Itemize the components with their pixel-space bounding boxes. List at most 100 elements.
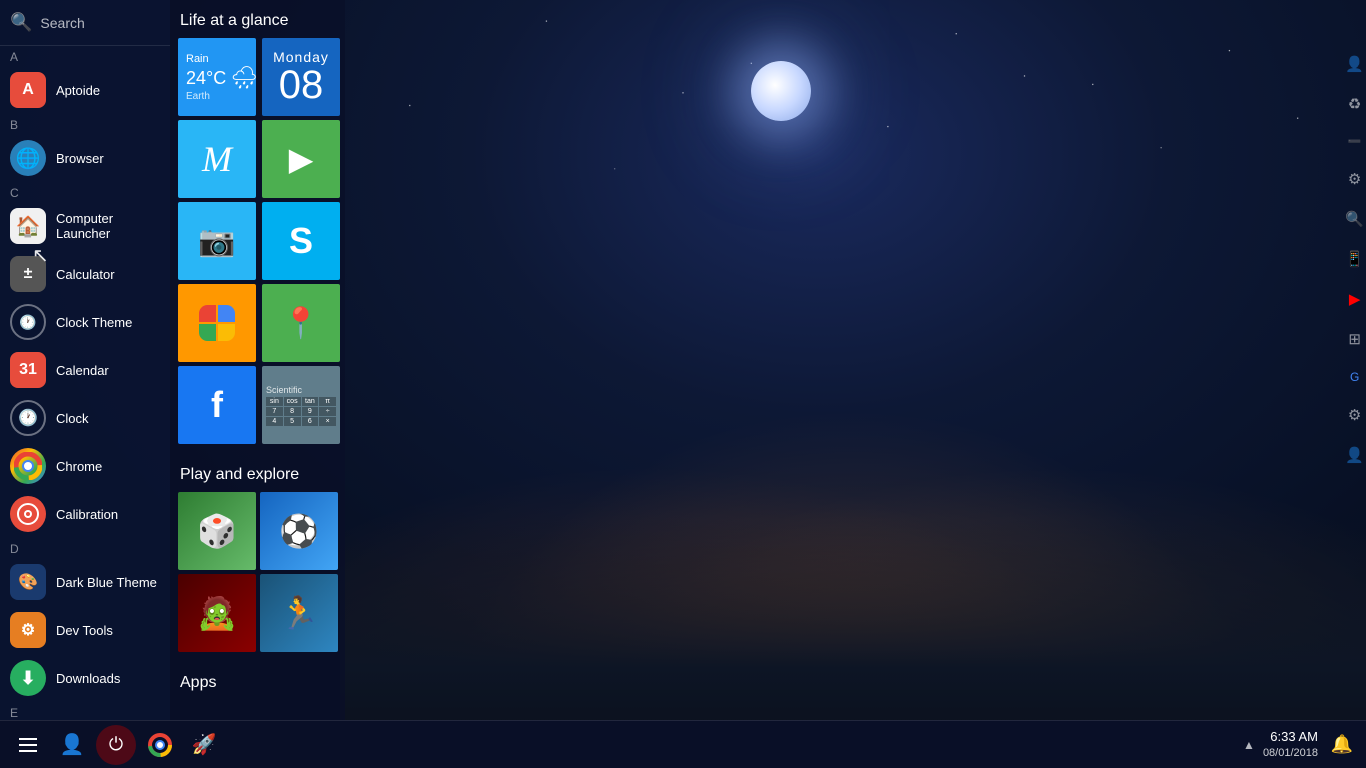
google-icon[interactable]: G [1350, 370, 1359, 384]
day-number-label: 08 [279, 65, 324, 105]
search-label: Search [40, 15, 84, 31]
weather-earth-label: Earth [186, 91, 210, 102]
dark-blue-theme-icon: 🎨 [10, 564, 46, 600]
whatsapp-icon[interactable]: 📱 [1345, 250, 1364, 268]
computer-launcher-label: Computer Launcher [56, 211, 160, 241]
user-icon[interactable]: 👤 [1345, 55, 1364, 73]
game-tile-2[interactable]: ⚽ [260, 492, 338, 570]
photos-icon [199, 305, 235, 341]
games-grid: 🎲 ⚽ 🧟 🏃 [170, 492, 345, 652]
taskbar-right-section: ▲ 6:33 AM 08/01/2018 🔔 [1243, 729, 1358, 761]
apps-section: Apps [170, 662, 345, 700]
notification-button[interactable]: 🔔 [1326, 729, 1358, 761]
hamburger-menu-button[interactable] [8, 725, 48, 765]
main-content-panel: Life at a glance Rain 24°C 🌧 Earth Monda… [170, 0, 345, 720]
date-tile[interactable]: Monday 08 [262, 38, 340, 116]
game1-icon: 🎲 [178, 492, 256, 570]
photos-tile[interactable] [178, 284, 256, 362]
contacts-icon: 👤 [60, 732, 85, 757]
sidebar-item-chrome[interactable]: Chrome [0, 442, 170, 490]
camera-tile[interactable]: 📷 [178, 202, 256, 280]
section-letter-d: D [0, 538, 170, 558]
game-tile-1[interactable]: 🎲 [178, 492, 256, 570]
downloads-icon: ⬇ [10, 660, 46, 696]
sidebar-item-aptoide[interactable]: A Aptoide [0, 66, 170, 114]
calculator-icon: ± [10, 256, 46, 292]
clock-time: 6:33 AM [1263, 729, 1318, 746]
dev-tools-icon: ⚙ [10, 612, 46, 648]
power-icon: ⏻ [109, 734, 123, 755]
play-store-tile[interactable]: ▶ [262, 120, 340, 198]
tiles-grid: Rain 24°C 🌧 Earth Monday 08 M ▶ 📷 S [170, 38, 345, 444]
sidebar-item-browser[interactable]: 🌐 Browser [0, 134, 170, 182]
notification-bell-icon: 🔔 [1331, 734, 1353, 755]
calendar-icon: 31 [10, 352, 46, 388]
calibration-label: Calibration [56, 507, 118, 522]
facebook-icon: f [211, 384, 223, 426]
grid-icon[interactable]: ⊞ [1348, 330, 1361, 348]
power-taskbar-button[interactable]: ⏻ [96, 725, 136, 765]
clock-date: 08/01/2018 [1263, 746, 1318, 760]
play-store-icon: ▶ [289, 140, 314, 178]
section-letter-c: C [0, 182, 170, 202]
facebook-tile[interactable]: f [178, 366, 256, 444]
section-letter-e: E [0, 702, 170, 720]
sidebar: 🔍 Search A A Aptoide B 🌐 Browser C 🏠 Com… [0, 0, 170, 720]
weather-tile[interactable]: Rain 24°C 🌧 Earth [178, 38, 256, 116]
scientific-calc-tile[interactable]: Scientific sin cos tan π 7 8 9 ÷ 4 5 6 × [262, 366, 340, 444]
sci-calc-keys: sin cos tan π 7 8 9 ÷ 4 5 6 × [266, 397, 336, 426]
sidebar-item-downloads[interactable]: ⬇ Downloads [0, 654, 170, 702]
settings-icon[interactable]: ⚙ [1348, 170, 1361, 188]
chrome-taskbar-button[interactable] [140, 725, 180, 765]
sidebar-item-dev-tools[interactable]: ⚙ Dev Tools [0, 606, 170, 654]
taskbar: 👤 ⏻ 🚀 ▲ 6:33 AM 08/01/2018 🔔 [0, 720, 1366, 768]
chrome-taskbar-icon [148, 733, 172, 757]
dev-tools-label: Dev Tools [56, 623, 113, 638]
recycle-bin-icon[interactable]: ♻ [1348, 95, 1361, 113]
game2-icon: ⚽ [260, 492, 338, 570]
user2-icon[interactable]: 👤 [1345, 446, 1364, 464]
life-at-a-glance-title: Life at a glance [170, 0, 345, 38]
dark-blue-theme-label: Dark Blue Theme [56, 575, 157, 590]
aptoide-label: Aptoide [56, 83, 100, 98]
sidebar-search-bar[interactable]: 🔍 Search [0, 0, 170, 46]
gear2-icon[interactable]: ⚙ [1348, 406, 1361, 424]
search-side-icon[interactable]: 🔍 [1345, 210, 1364, 228]
sidebar-item-calendar[interactable]: 31 Calendar [0, 346, 170, 394]
calculator-label: Calculator [56, 267, 115, 282]
launcher-taskbar-button[interactable]: 🚀 [184, 725, 224, 765]
skype-tile[interactable]: S [262, 202, 340, 280]
chevron-up-button[interactable]: ▲ [1243, 738, 1255, 752]
clock-theme-icon: 🕐 [10, 304, 46, 340]
maps-tile[interactable]: 📍 [262, 284, 340, 362]
weather-condition-label: Rain [186, 53, 209, 65]
sidebar-item-dark-blue-theme[interactable]: 🎨 Dark Blue Theme [0, 558, 170, 606]
play-explore-title: Play and explore [170, 454, 345, 492]
game-tile-3[interactable]: 🧟 [178, 574, 256, 652]
game-tile-4[interactable]: 🏃 [260, 574, 338, 652]
taskbar-clock: 6:33 AM 08/01/2018 [1263, 729, 1318, 760]
launcher-taskbar-icon: 🚀 [192, 732, 217, 757]
skype-icon: S [289, 220, 313, 262]
play-and-explore-section: Play and explore 🎲 ⚽ 🧟 🏃 [170, 454, 345, 652]
calibration-icon [10, 496, 46, 532]
contacts-taskbar-button[interactable]: 👤 [52, 725, 92, 765]
sidebar-item-calculator[interactable]: ± Calculator [0, 250, 170, 298]
clock-theme-label: Clock Theme [56, 315, 132, 330]
gmail-tile[interactable]: M [178, 120, 256, 198]
computer-launcher-icon: 🏠 [10, 208, 46, 244]
sidebar-item-clock[interactable]: 🕐 Clock [0, 394, 170, 442]
downloads-label: Downloads [56, 671, 120, 686]
youtube-icon[interactable]: ▶ [1349, 290, 1361, 308]
sidebar-item-clock-theme[interactable]: 🕐 Clock Theme [0, 298, 170, 346]
sidebar-item-computer-launcher[interactable]: 🏠 Computer Launcher [0, 202, 170, 250]
clock-icon: 🕐 [10, 400, 46, 436]
sidebar-item-calibration[interactable]: Calibration [0, 490, 170, 538]
aptoide-icon: A [10, 72, 46, 108]
minus-icon[interactable]: ➖ [1348, 135, 1362, 148]
apps-title: Apps [170, 662, 345, 700]
hamburger-icon [14, 733, 42, 757]
section-letter-a: A [0, 46, 170, 66]
chrome-label: Chrome [56, 459, 102, 474]
browser-label: Browser [56, 151, 104, 166]
